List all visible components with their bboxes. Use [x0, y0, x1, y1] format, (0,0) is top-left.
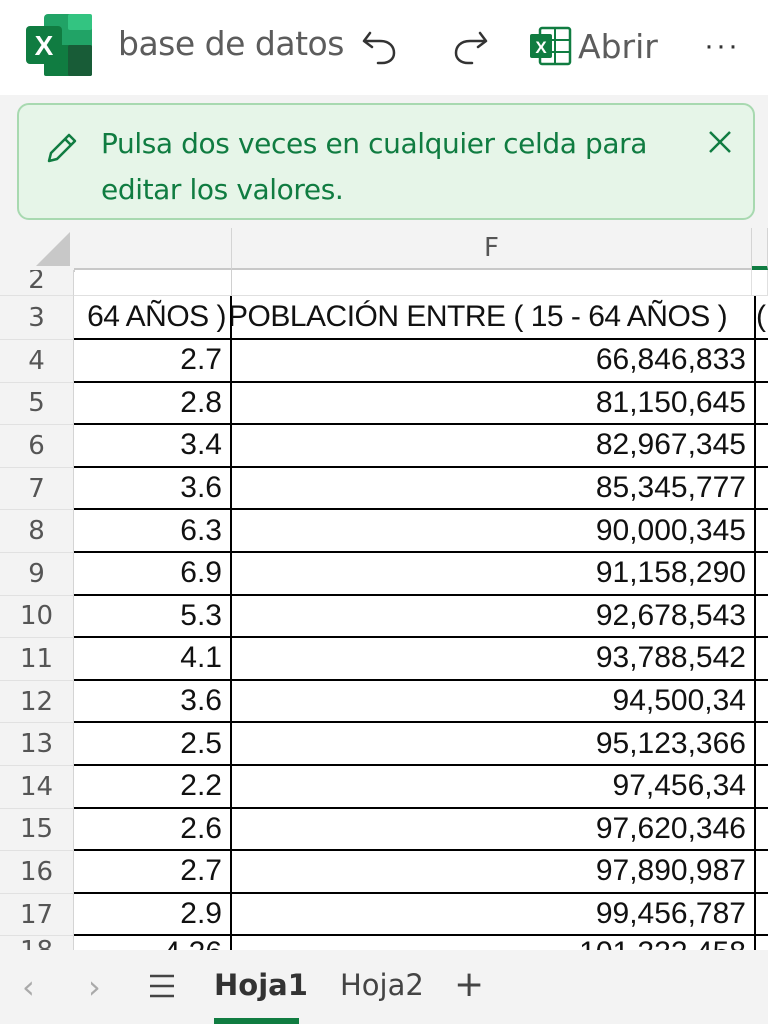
- row-header[interactable]: 5: [0, 382, 74, 426]
- tab-hoja2[interactable]: Hoja2: [340, 968, 424, 1002]
- cell-g[interactable]: [756, 596, 768, 639]
- redo-icon: [454, 31, 488, 65]
- row-header[interactable]: 7: [0, 467, 74, 511]
- cell-e[interactable]: 2.5: [74, 723, 232, 766]
- cell-e[interactable]: 2.9: [74, 893, 232, 937]
- cell-e[interactable]: 6.9: [74, 553, 232, 596]
- cell-e[interactable]: 2.8: [74, 382, 232, 426]
- cell-f[interactable]: 95,123,366: [232, 723, 756, 766]
- cell-e[interactable]: 2.7: [74, 851, 232, 894]
- cell-g[interactable]: [756, 425, 768, 468]
- row-header[interactable]: 9: [0, 553, 74, 596]
- row-header[interactable]: 14: [0, 766, 74, 809]
- undo-button[interactable]: [358, 22, 402, 70]
- open-label: Abrir: [578, 26, 658, 66]
- cell-f[interactable]: 97,890,987: [232, 851, 756, 894]
- cell-g[interactable]: [756, 851, 768, 894]
- sheet-list-icon[interactable]: [146, 968, 178, 1009]
- active-tab-indicator: [214, 1018, 299, 1024]
- banner-message: Pulsa dos veces en cualquier celda para …: [101, 127, 647, 206]
- cell[interactable]: [752, 270, 768, 296]
- cell-g[interactable]: [756, 809, 768, 852]
- cell-e[interactable]: 3.4: [74, 425, 232, 468]
- tab-hoja1[interactable]: Hoja1: [214, 968, 308, 1002]
- cell-g[interactable]: [756, 766, 768, 809]
- row-header[interactable]: 6: [0, 425, 74, 468]
- row-header[interactable]: 17: [0, 893, 74, 937]
- cell-g[interactable]: [756, 510, 768, 553]
- undo-icon: [362, 31, 396, 65]
- pencil-icon: [43, 131, 79, 172]
- header-cell-g[interactable]: (: [756, 296, 768, 340]
- more-options-button[interactable]: ···: [698, 22, 746, 70]
- open-in-excel-button[interactable]: X Abrir: [528, 22, 658, 70]
- cell-e[interactable]: 2.2: [74, 766, 232, 809]
- redo-button[interactable]: [448, 22, 492, 70]
- cell-g[interactable]: [756, 553, 768, 596]
- row-header[interactable]: 10: [0, 595, 74, 639]
- cell-g[interactable]: [756, 681, 768, 724]
- cell-e[interactable]: 3.6: [74, 467, 232, 511]
- cell-f[interactable]: 85,345,777: [232, 467, 756, 511]
- chevron-left-icon[interactable]: ‹: [22, 968, 35, 1006]
- row-header[interactable]: 4: [0, 340, 74, 383]
- cell-e[interactable]: 3.6: [74, 680, 232, 724]
- select-all-corner[interactable]: [0, 228, 75, 272]
- excel-logo-icon: X: [26, 14, 92, 76]
- cell-e[interactable]: 2.7: [74, 340, 232, 383]
- cell-f[interactable]: 101,332,458: [232, 936, 756, 950]
- cell-f[interactable]: 97,620,346: [232, 808, 756, 852]
- row-header[interactable]: 2: [0, 270, 74, 296]
- row-header[interactable]: 15: [0, 808, 74, 852]
- excel-open-icon: X: [530, 26, 572, 66]
- row-header[interactable]: 11: [0, 638, 74, 681]
- header-cell-f[interactable]: POBLACIÓN ENTRE ( 15 - 64 AÑOS ): [232, 296, 756, 340]
- add-sheet-button[interactable]: +: [454, 964, 484, 1005]
- cell-e[interactable]: 4.1: [74, 638, 232, 681]
- cell-g[interactable]: [756, 894, 768, 937]
- banner-area: Pulsa dos veces en cualquier celda para …: [0, 95, 768, 228]
- edit-hint-banner: Pulsa dos veces en cualquier celda para …: [17, 103, 755, 220]
- chevron-right-icon[interactable]: ›: [88, 968, 101, 1006]
- cell-e[interactable]: 6.3: [74, 510, 232, 553]
- svg-text:X: X: [535, 38, 547, 57]
- cell-g[interactable]: [756, 383, 768, 426]
- column-header-f[interactable]: F: [232, 228, 752, 270]
- column-header-g[interactable]: [752, 228, 768, 270]
- cell-g[interactable]: [756, 723, 768, 766]
- cell-f[interactable]: 81,150,645: [232, 382, 756, 426]
- cell-f[interactable]: 91,158,290: [232, 553, 756, 596]
- app-header: X base de datos X Abrir ···: [0, 0, 768, 95]
- cell-f[interactable]: 93,788,542: [232, 638, 756, 681]
- cell-e[interactable]: 4.26: [74, 936, 232, 950]
- cell-f[interactable]: 94,500,34: [232, 680, 756, 724]
- row-header[interactable]: 8: [0, 510, 74, 553]
- spreadsheet-grid[interactable]: F 2 3 64 AÑOS ) POBLACIÓN ENTRE ( 15 - 6…: [0, 228, 768, 950]
- cell-f[interactable]: 90,000,345: [232, 510, 756, 553]
- sheet-tab-bar: ‹ › Hoja1 Hoja2 +: [0, 950, 768, 1024]
- cell-f[interactable]: 97,456,34: [232, 766, 756, 809]
- row-header[interactable]: 18: [0, 936, 74, 950]
- cell[interactable]: [74, 270, 232, 296]
- cell-f[interactable]: 82,967,345: [232, 425, 756, 468]
- row-header[interactable]: 12: [0, 680, 74, 724]
- row-header[interactable]: 3: [0, 296, 74, 340]
- logo-letter: X: [35, 30, 54, 61]
- row-header[interactable]: 13: [0, 723, 74, 766]
- cell-g[interactable]: [756, 638, 768, 681]
- row-header[interactable]: 16: [0, 851, 74, 894]
- cell-g[interactable]: [756, 468, 768, 511]
- cell-f[interactable]: 99,456,787: [232, 893, 756, 937]
- cell-f[interactable]: 92,678,543: [232, 595, 756, 639]
- cell-g[interactable]: [756, 340, 768, 383]
- cell-e[interactable]: 2.6: [74, 808, 232, 852]
- document-title[interactable]: base de datos: [118, 24, 344, 63]
- column-header-e[interactable]: [74, 228, 232, 270]
- cell-e[interactable]: 5.3: [74, 595, 232, 639]
- header-cell-e[interactable]: 64 AÑOS ): [74, 296, 232, 340]
- close-icon[interactable]: [705, 127, 735, 157]
- cell[interactable]: [232, 270, 752, 296]
- cell-f[interactable]: 66,846,833: [232, 340, 756, 383]
